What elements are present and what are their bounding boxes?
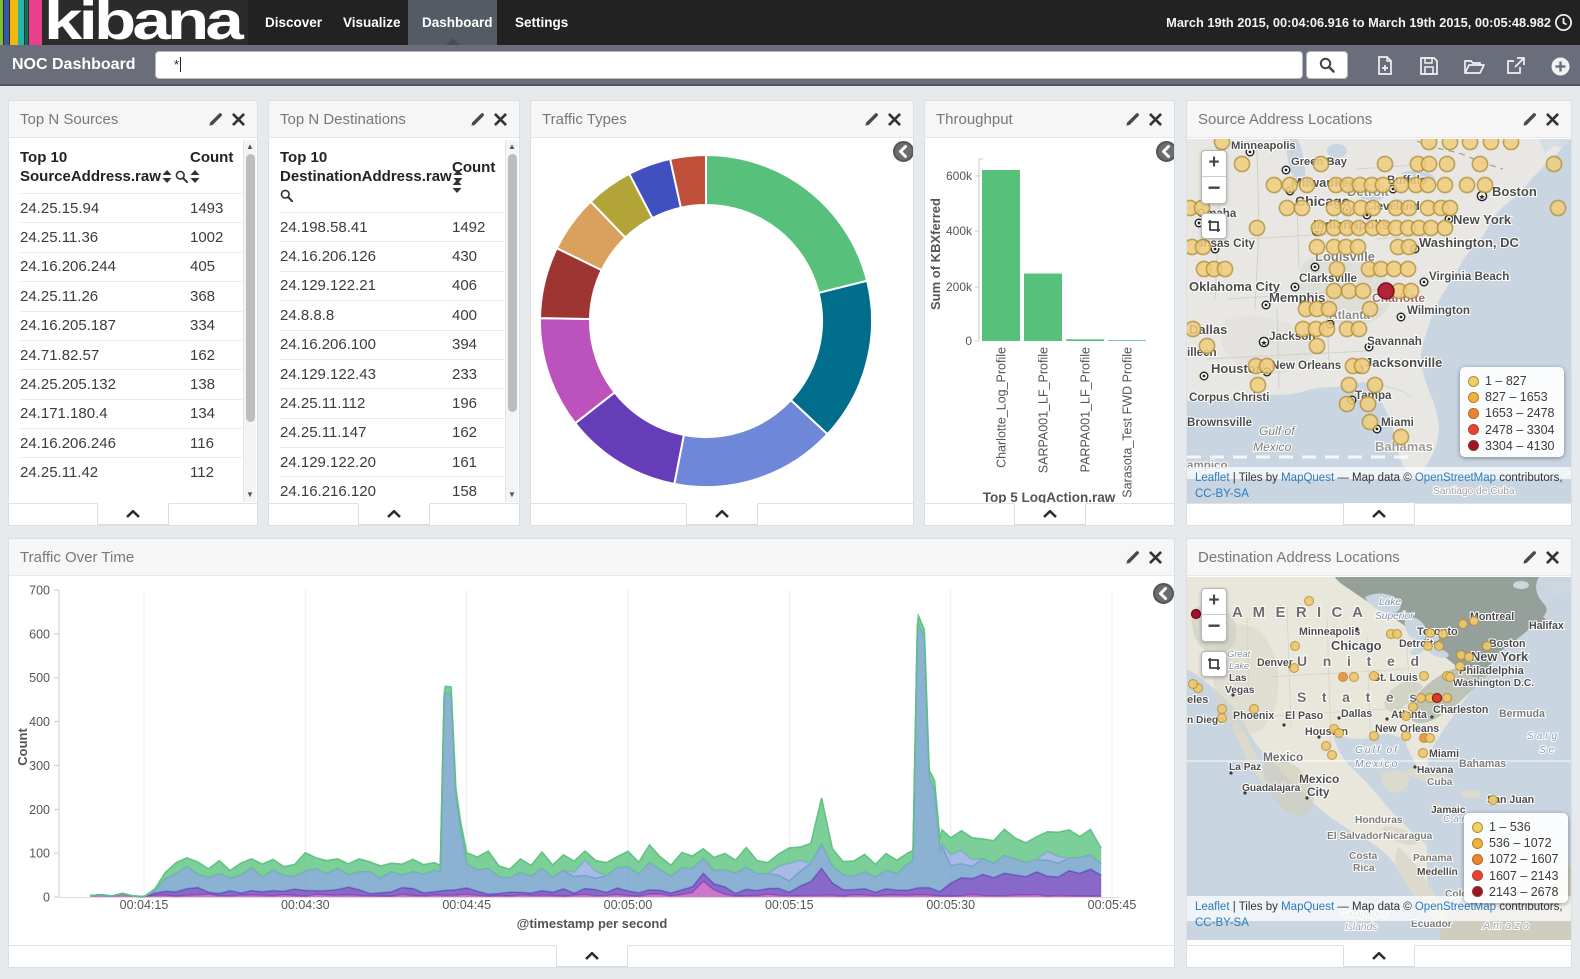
svg-text:600k: 600k — [946, 169, 973, 183]
svg-text:Top 5 LogAction.raw: Top 5 LogAction.raw — [983, 490, 1116, 504]
svg-text:SARPA001_LF_Profile: SARPA001_LF_Profile — [1037, 347, 1051, 473]
svg-text:00:04:45: 00:04:45 — [442, 898, 491, 912]
svg-text:Sarasota_Test FWD Profile: Sarasota_Test FWD Profile — [1121, 347, 1135, 498]
svg-text:00:05:00: 00:05:00 — [604, 898, 653, 912]
svg-text:Sum of KBXferred: Sum of KBXferred — [928, 198, 943, 310]
svg-text:00:05:45: 00:05:45 — [1088, 898, 1137, 912]
svg-text:00:04:15: 00:04:15 — [120, 898, 169, 912]
svg-text:Count: Count — [15, 728, 30, 766]
svg-text:0: 0 — [965, 334, 972, 348]
svg-text:@timestamp per second: @timestamp per second — [517, 916, 668, 931]
svg-text:Charlotte_Log_Profile: Charlotte_Log_Profile — [995, 347, 1009, 468]
svg-text:00:05:30: 00:05:30 — [926, 898, 975, 912]
svg-text:00:04:30: 00:04:30 — [281, 898, 330, 912]
svg-text:PARPA001_LF_Profile: PARPA001_LF_Profile — [1079, 347, 1093, 472]
svg-text:0: 0 — [43, 891, 50, 905]
svg-text:200k: 200k — [946, 280, 973, 294]
svg-text:00:05:15: 00:05:15 — [765, 898, 814, 912]
svg-text:400k: 400k — [946, 224, 973, 238]
